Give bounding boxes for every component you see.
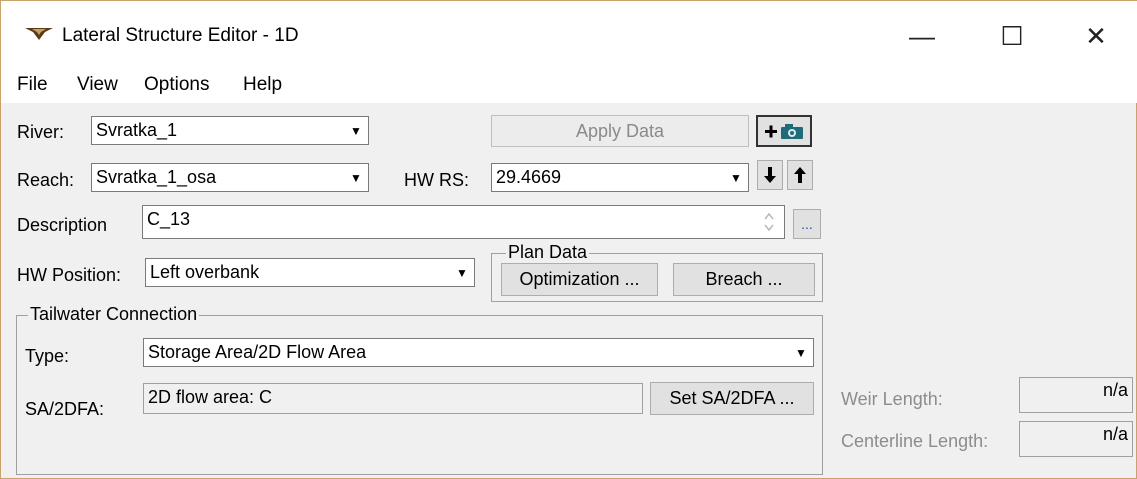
previous-rs-button[interactable] (757, 160, 783, 190)
add-snapshot-button[interactable] (756, 115, 812, 147)
tailwater-type-select[interactable]: Storage Area/2D Flow Area ▼ (143, 338, 814, 367)
menu-file[interactable]: File (17, 74, 48, 96)
arrow-down-icon (764, 167, 776, 183)
plus-camera-icon (765, 124, 803, 139)
menu-bar: File View Options Help (1, 63, 1137, 103)
apply-data-button[interactable]: Apply Data (491, 115, 749, 147)
centerline-length-label: Centerline Length: (841, 431, 989, 451)
app-icon (25, 28, 53, 40)
hw-position-label: HW Position: (17, 265, 122, 285)
window-title: Lateral Structure Editor - 1D (62, 25, 299, 46)
maximize-icon[interactable]: ☐ (989, 16, 1035, 56)
centerline-length-value: n/a (1102, 424, 1128, 444)
chevron-down-icon: ▼ (730, 170, 742, 185)
reach-select[interactable]: Svratka_1_osa ▼ (91, 163, 369, 192)
description-value: C_13 (147, 209, 191, 229)
breach-button[interactable]: Breach ... (673, 263, 815, 296)
optimization-button[interactable]: Optimization ... (501, 263, 658, 296)
river-value: Svratka_1 (96, 120, 178, 140)
arrow-up-icon (794, 167, 806, 183)
chevron-down-icon: ▼ (350, 123, 362, 138)
sa2dfa-field: 2D flow area: C (143, 383, 643, 414)
menu-help[interactable]: Help (243, 74, 282, 96)
sa2dfa-label: SA/2DFA: (25, 399, 105, 419)
tailwater-connection-title: Tailwater Connection (28, 304, 200, 325)
lateral-structure-editor-window: Lateral Structure Editor - 1D — ☐ ✕ File… (0, 0, 1137, 479)
chevron-down-icon: ▼ (795, 345, 807, 360)
weir-length-field: n/a (1019, 377, 1133, 413)
reach-label: Reach: (17, 170, 75, 190)
hwrs-select[interactable]: 29.4669 ▼ (491, 163, 749, 192)
river-select[interactable]: Svratka_1 ▼ (91, 116, 369, 145)
weir-length-label: Weir Length: (841, 389, 943, 409)
chevron-down-icon: ▼ (350, 170, 362, 185)
description-input[interactable]: C_13 (142, 205, 785, 239)
spin-icon (764, 212, 774, 232)
tailwater-type-value: Storage Area/2D Flow Area (148, 342, 367, 362)
description-more-button[interactable]: ... (793, 209, 821, 239)
title-bar: Lateral Structure Editor - 1D — ☐ ✕ (1, 1, 1137, 63)
close-icon[interactable]: ✕ (1073, 16, 1119, 56)
weir-length-value: n/a (1102, 380, 1128, 400)
menu-options[interactable]: Options (144, 74, 209, 96)
hwrs-value: 29.4669 (496, 167, 562, 187)
hwrs-label: HW RS: (404, 170, 469, 190)
sa2dfa-value: 2D flow area: C (148, 387, 273, 407)
tailwater-type-label: Type: (25, 346, 70, 366)
plan-data-title: Plan Data (506, 242, 590, 263)
set-sa2dfa-button[interactable]: Set SA/2DFA ... (650, 382, 814, 415)
menu-view[interactable]: View (77, 74, 118, 96)
hw-position-value: Left overbank (150, 262, 260, 282)
next-rs-button[interactable] (787, 160, 813, 190)
hw-position-select[interactable]: Left overbank ▼ (145, 258, 475, 287)
reach-value: Svratka_1_osa (96, 167, 217, 187)
minimize-icon[interactable]: — (899, 16, 945, 56)
centerline-length-field: n/a (1019, 421, 1133, 457)
river-label: River: (17, 122, 65, 142)
chevron-down-icon: ▼ (456, 265, 468, 280)
description-label: Description (17, 215, 108, 235)
